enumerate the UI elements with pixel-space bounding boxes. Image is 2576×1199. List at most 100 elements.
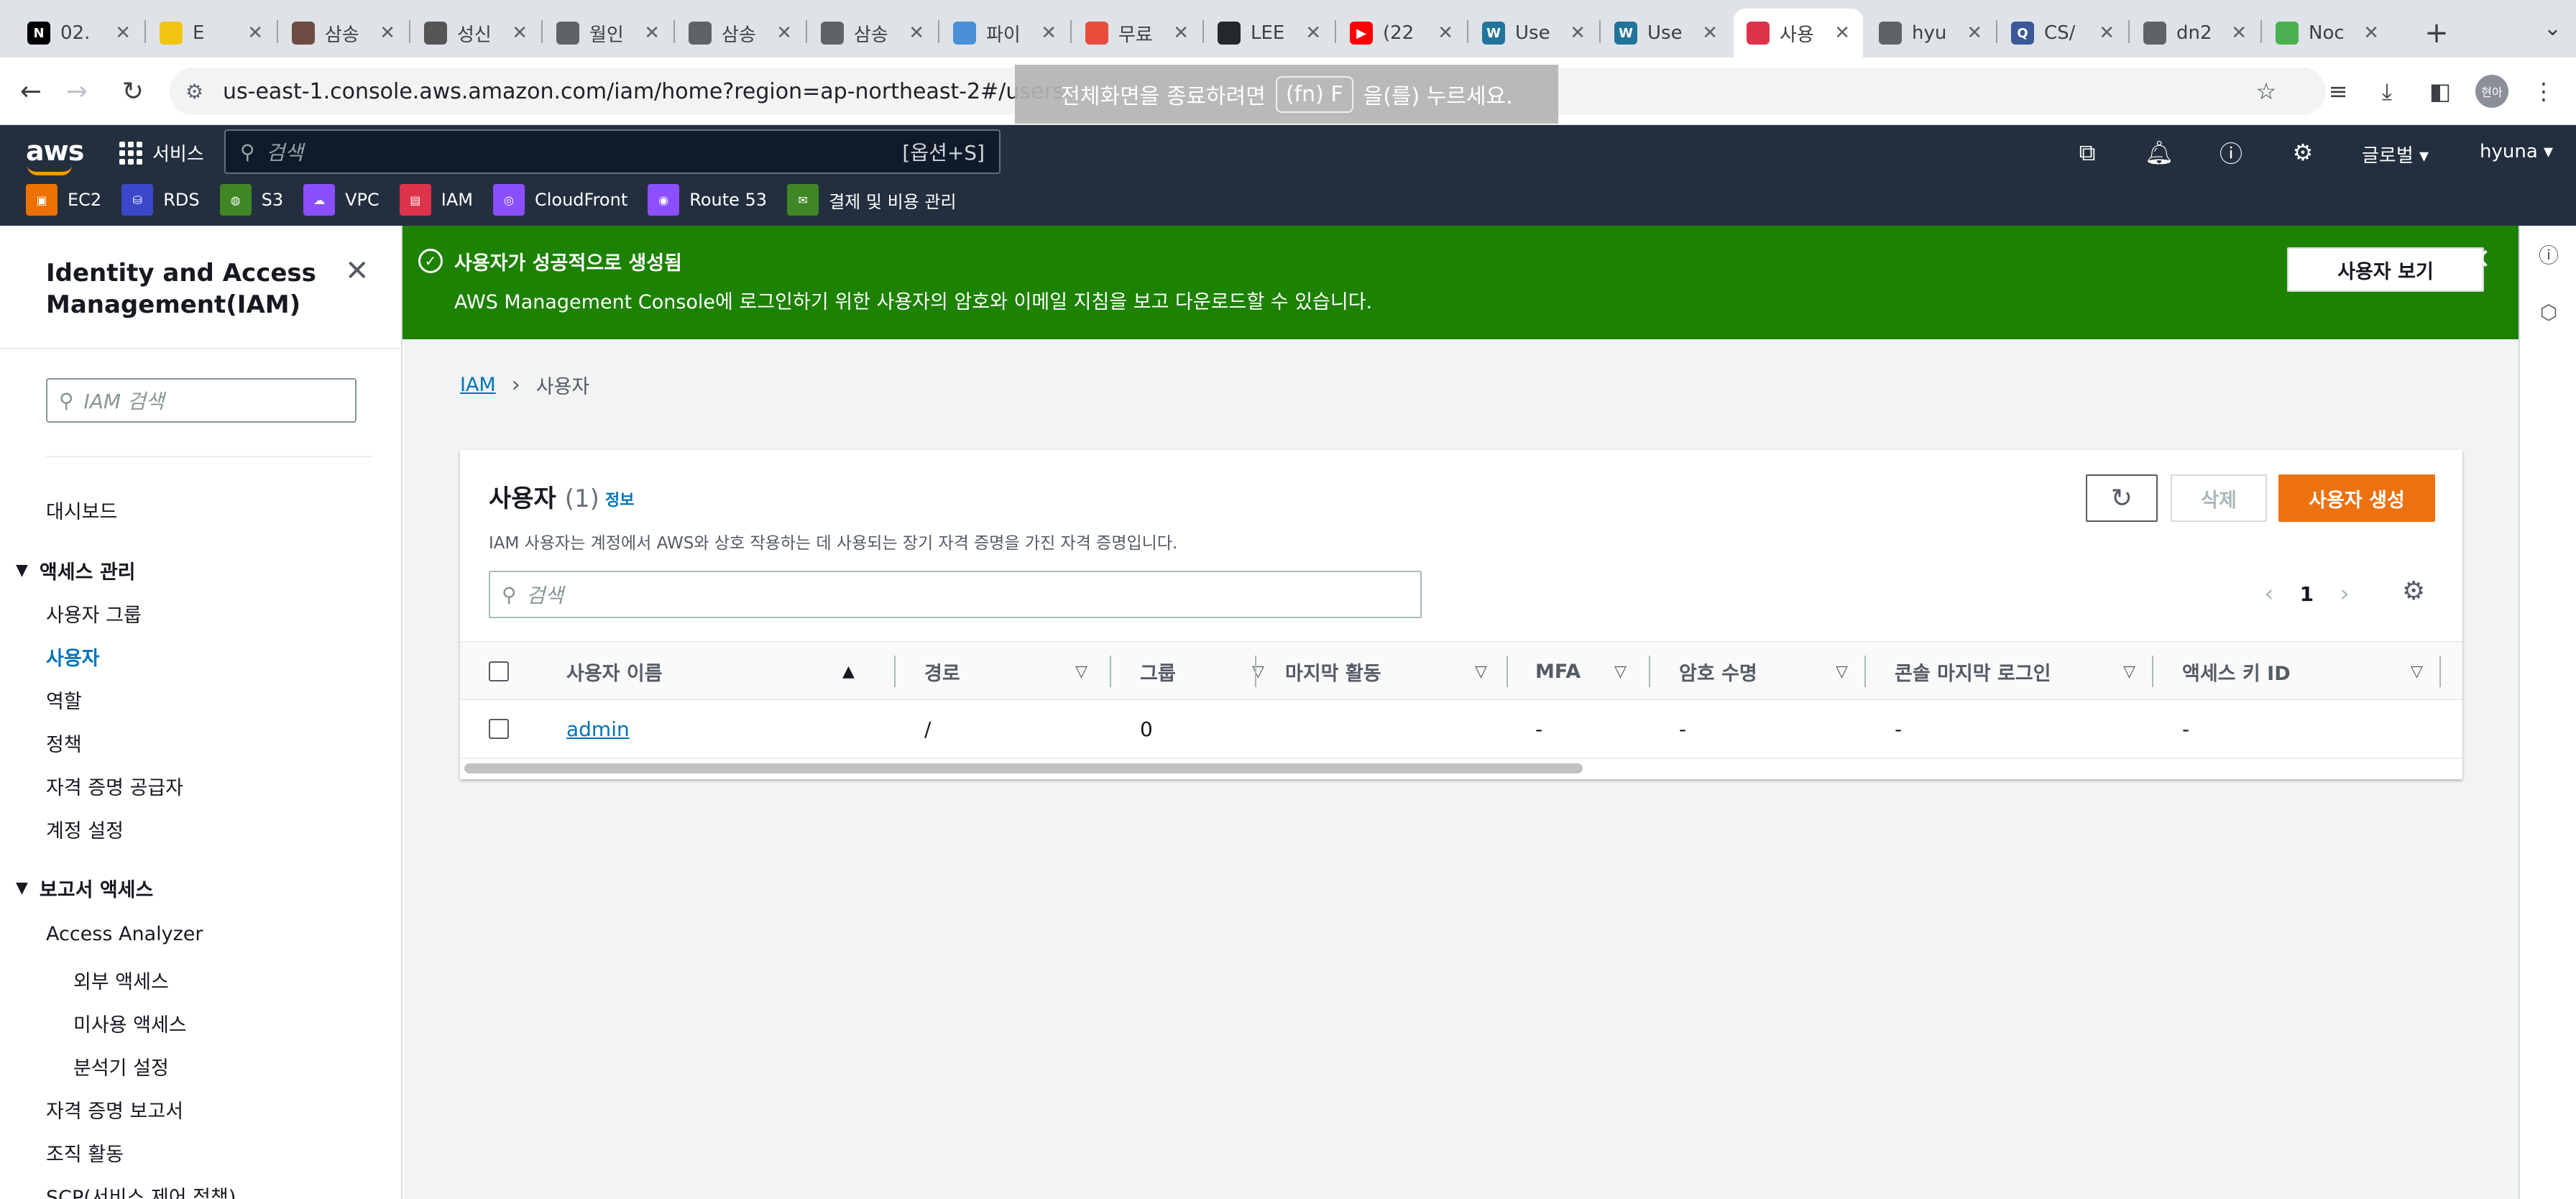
cloudshell-icon[interactable]: ⧉ (2073, 138, 2102, 167)
browser-tab[interactable]: 무료 ✕ (1072, 9, 1202, 58)
favorite-s3[interactable]: ◍ S3 (219, 184, 283, 216)
sidebar-section-access-reports[interactable]: ▼ 보고서 액세스 (16, 874, 153, 902)
sidebar-item-identity-providers[interactable]: 자격 증명 공급자 (46, 772, 183, 800)
account-menu[interactable]: hyuna ▾ (2480, 141, 2553, 162)
column-header-password-age[interactable]: 암호 수명 ▽ (1679, 643, 1873, 700)
region-selector[interactable]: 글로벌 ▾ (2362, 141, 2429, 167)
flash-close-icon[interactable]: ✕ (2462, 243, 2496, 276)
sidebar-item-roles[interactable]: 역할 (46, 686, 82, 714)
column-divider[interactable] (1649, 656, 1650, 687)
sidebar-item-access-analyzer[interactable]: Access Analyzer (46, 923, 203, 945)
tab-close-icon[interactable]: ✕ (247, 22, 263, 44)
column-divider[interactable] (2439, 656, 2441, 687)
browser-tab[interactable]: 파이 ✕ (940, 9, 1070, 58)
chrome-menu-icon[interactable]: ⋮ (2526, 73, 2562, 109)
browser-tab[interactable]: ▶ (22 ✕ (1337, 9, 1466, 58)
sidebar-item-analyzer-settings[interactable]: 분석기 설정 (73, 1052, 169, 1080)
sidebar-item-account-settings[interactable]: 계정 설정 (46, 815, 124, 843)
aws-logo[interactable]: aws (26, 135, 84, 175)
tab-close-icon[interactable]: ✕ (512, 22, 528, 44)
iam-search-input[interactable]: ⚲ IAM 검색 (46, 378, 356, 423)
notifications-bell-icon[interactable]: 🔔︎ (2145, 138, 2174, 167)
sidebar-item-policies[interactable]: 정책 (46, 729, 82, 757)
column-header-last-activity[interactable]: 마지막 활동 ▽ (1285, 643, 1501, 700)
tab-close-icon[interactable]: ✕ (1173, 22, 1189, 44)
reading-list-icon[interactable]: ≡ (2320, 73, 2356, 109)
browser-tab[interactable]: dn2 ✕ (2130, 9, 2260, 58)
tab-close-icon[interactable]: ✕ (2231, 22, 2247, 44)
browser-tab[interactable]: W Use ✕ (1601, 9, 1731, 58)
help-icon[interactable]: ⓘ (2217, 138, 2245, 167)
tab-close-icon[interactable]: ✕ (1702, 22, 1718, 44)
tab-close-icon[interactable]: ✕ (115, 22, 131, 44)
favorite-route53[interactable]: ◉ Route 53 (648, 184, 767, 216)
favorite-iam[interactable]: ▤ IAM (399, 184, 473, 216)
bookmark-star-icon[interactable]: ☆ (2248, 73, 2284, 109)
refresh-button[interactable]: ↻ (2086, 474, 2158, 522)
browser-tab[interactable]: Q CS/ ✕ (1998, 9, 2128, 58)
sidebar-item-credential-report[interactable]: 자격 증명 보고서 (46, 1095, 183, 1124)
site-info-icon[interactable]: ⚙ (185, 80, 203, 104)
sidebar-item-external-access[interactable]: 외부 액세스 (73, 966, 169, 994)
column-divider[interactable] (1506, 656, 1508, 687)
column-divider[interactable] (2152, 656, 2153, 687)
user-name-link[interactable]: admin (566, 700, 630, 758)
previous-page-icon[interactable]: ‹ (2264, 579, 2274, 608)
column-divider[interactable] (894, 656, 896, 687)
column-header-path[interactable]: 경로 ▽ (924, 643, 1111, 700)
sidebar-item-scp[interactable]: SCP(서비스 제어 정책) (46, 1182, 236, 1199)
browser-tab[interactable]: 사용 ✕ (1734, 9, 1863, 58)
tab-close-icon[interactable]: ✕ (1305, 22, 1321, 44)
browser-tab[interactable]: 삼송 ✕ (808, 9, 937, 58)
favorite-cloudfront[interactable]: ◎ CloudFront (492, 184, 627, 216)
column-divider[interactable] (1110, 656, 1111, 687)
new-tab-button[interactable]: + (2415, 12, 2458, 55)
info-link[interactable]: 정보 (605, 487, 634, 510)
create-user-button[interactable]: 사용자 생성 (2278, 474, 2435, 522)
horizontal-scrollbar[interactable] (464, 763, 1583, 773)
forward-arrow-icon[interactable]: → (59, 73, 95, 109)
tab-search-chevron-icon[interactable]: ⌄ (2544, 16, 2562, 41)
table-preferences-gear-icon[interactable]: ⚙ (2402, 576, 2425, 606)
tab-close-icon[interactable]: ✕ (1041, 22, 1057, 44)
browser-tab[interactable]: 삼송 ✕ (676, 9, 805, 58)
reload-icon[interactable]: ↻ (115, 73, 151, 109)
favorite-rds[interactable]: ⛁ RDS (121, 184, 200, 216)
tab-close-icon[interactable]: ✕ (908, 22, 924, 44)
tab-close-icon[interactable]: ✕ (2099, 22, 2115, 44)
services-menu-button[interactable]: 서비스 (119, 139, 204, 166)
column-header-console-last-sign-in[interactable]: 콘솔 마지막 로그인 ▽ (1895, 643, 2153, 700)
browser-tab[interactable]: 월인 ✕ (543, 9, 673, 58)
tab-close-icon[interactable]: ✕ (1834, 22, 1850, 44)
browser-tab[interactable]: Noc ✕ (2263, 9, 2392, 58)
browser-tab[interactable]: hyu ✕ (1866, 9, 1995, 58)
users-search-input[interactable]: ⚲ 검색 (489, 571, 1422, 618)
sidebar-item-dashboard[interactable]: 대시보드 (46, 496, 117, 524)
row-select-checkbox[interactable] (489, 719, 509, 739)
delete-button[interactable]: 삭제 (2171, 474, 2267, 522)
next-page-icon[interactable]: › (2340, 579, 2350, 608)
browser-tab[interactable]: 삼송 ✕ (279, 9, 408, 58)
favorite-ec2[interactable]: ▣ EC2 (26, 184, 101, 216)
column-header-access-key-id[interactable]: 액세스 키 ID ▽ (2182, 643, 2441, 700)
profile-avatar[interactable]: 현아 (2475, 75, 2508, 108)
browser-tab[interactable]: W Use ✕ (1469, 9, 1598, 58)
back-arrow-icon[interactable]: ← (13, 73, 49, 109)
browser-tab[interactable]: E ✕ (147, 9, 276, 58)
sidebar-item-organization-activity[interactable]: 조직 활동 (46, 1139, 124, 1167)
sidebar-item-users[interactable]: 사용자 (46, 643, 100, 671)
browser-tab[interactable]: 성신 ✕ (411, 9, 540, 58)
sidebar-item-unused-access[interactable]: 미사용 액세스 (73, 1009, 187, 1037)
tab-close-icon[interactable]: ✕ (380, 22, 395, 44)
breadcrumb-iam-link[interactable]: IAM (460, 374, 496, 396)
sidebar-item-user-groups[interactable]: 사용자 그룹 (46, 600, 142, 628)
column-divider[interactable] (1255, 656, 1256, 687)
column-header-mfa[interactable]: MFA ▽ (1535, 643, 1679, 700)
browser-tab[interactable]: N 02. ✕ (14, 9, 144, 58)
browser-tab[interactable]: LEE ✕ (1205, 9, 1334, 58)
tab-close-icon[interactable]: ✕ (776, 22, 792, 44)
column-header-user-name[interactable]: 사용자 이름 ▲ (566, 643, 868, 700)
tab-close-icon[interactable]: ✕ (1438, 22, 1453, 44)
side-panel-icon[interactable]: ◧ (2422, 73, 2458, 109)
view-user-button[interactable]: 사용자 보기 (2287, 247, 2484, 292)
